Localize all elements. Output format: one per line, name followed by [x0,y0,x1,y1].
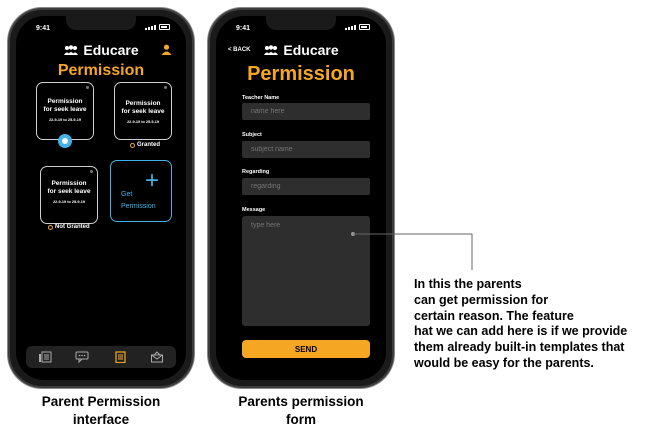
caption-parent-permission: Parent Permission interface [41,394,161,427]
caption-permission-form: Parents permission form [238,394,364,427]
annotation-text: In this the parents can get permission f… [414,277,628,370]
